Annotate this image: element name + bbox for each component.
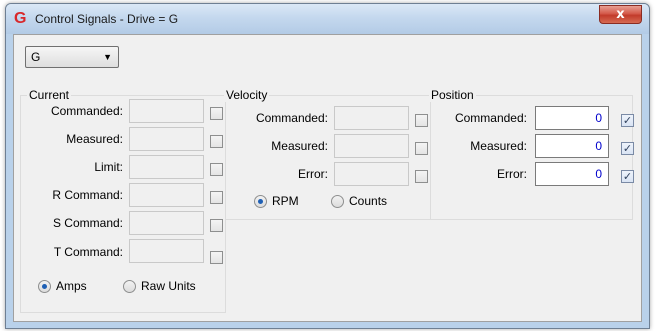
- s-command-label: S Command:: [52, 216, 123, 230]
- r-command-checkbox[interactable]: [210, 191, 223, 204]
- t-command-checkbox[interactable]: [210, 251, 223, 264]
- control-signals-window: G Control Signals - Drive = G x G ▼ Curr…: [5, 3, 650, 329]
- raw-units-radio-label: Raw Units: [141, 279, 196, 293]
- r-command-label: R Command:: [52, 188, 123, 202]
- velocity-commanded-checkbox[interactable]: [415, 114, 428, 127]
- velocity-measured-label: Measured:: [271, 139, 328, 153]
- current-group-title: Current: [27, 88, 72, 102]
- position-group: Position Commanded: 0 ✓ Measured: 0 ✓ Er…: [429, 88, 634, 220]
- velocity-group-title: Velocity: [224, 88, 270, 102]
- velocity-measured-checkbox[interactable]: [415, 142, 428, 155]
- position-error-label: Error:: [497, 167, 527, 181]
- client-area: G ▼ Current Commanded: Measured: Limit: …: [13, 34, 642, 322]
- velocity-measured-field[interactable]: [334, 134, 409, 158]
- current-measured-field[interactable]: [129, 127, 204, 151]
- position-measured-field[interactable]: 0: [535, 134, 609, 158]
- close-button[interactable]: x: [599, 5, 642, 24]
- velocity-commanded-field[interactable]: [334, 106, 409, 130]
- rpm-radio-label: RPM: [272, 194, 299, 208]
- velocity-group: Velocity Commanded: Measured: Error: RPM…: [224, 88, 431, 220]
- amps-radio[interactable]: [38, 280, 51, 293]
- drive-select[interactable]: G ▼: [25, 46, 119, 68]
- current-limit-field[interactable]: [129, 155, 204, 179]
- current-commanded-label: Commanded:: [50, 104, 123, 118]
- velocity-commanded-label: Commanded:: [255, 111, 328, 125]
- velocity-error-checkbox[interactable]: [415, 170, 428, 183]
- position-commanded-label: Commanded:: [454, 111, 527, 125]
- drive-select-value: G: [31, 50, 41, 64]
- position-measured-checkbox[interactable]: ✓: [621, 142, 634, 155]
- position-measured-label: Measured:: [470, 139, 527, 153]
- position-error-field[interactable]: 0: [535, 162, 609, 186]
- rpm-radio[interactable]: [254, 195, 267, 208]
- s-command-field[interactable]: [129, 211, 204, 235]
- title-bar[interactable]: G Control Signals - Drive = G x: [6, 4, 649, 34]
- chevron-down-icon: ▼: [103, 52, 112, 62]
- raw-units-radio[interactable]: [123, 280, 136, 293]
- counts-radio-label: Counts: [349, 194, 388, 208]
- counts-radio[interactable]: [331, 195, 344, 208]
- position-commanded-field[interactable]: 0: [535, 106, 609, 130]
- current-commanded-checkbox[interactable]: [210, 107, 223, 120]
- current-commanded-field[interactable]: [129, 99, 204, 123]
- s-command-checkbox[interactable]: [210, 219, 223, 232]
- position-group-title: Position: [429, 88, 476, 102]
- current-limit-checkbox[interactable]: [210, 163, 223, 176]
- window-title: Control Signals - Drive = G: [35, 12, 179, 26]
- current-limit-label: Limit:: [94, 160, 123, 174]
- t-command-label: T Command:: [53, 245, 123, 259]
- velocity-error-label: Error:: [298, 167, 328, 181]
- amps-radio-label: Amps: [56, 279, 87, 293]
- position-error-checkbox[interactable]: ✓: [621, 170, 634, 183]
- app-logo-icon: G: [14, 10, 27, 27]
- current-group: Current Commanded: Measured: Limit: R Co…: [20, 88, 226, 313]
- t-command-field[interactable]: [129, 239, 204, 263]
- position-commanded-checkbox[interactable]: ✓: [621, 114, 634, 127]
- current-measured-label: Measured:: [66, 132, 123, 146]
- r-command-field[interactable]: [129, 183, 204, 207]
- current-measured-checkbox[interactable]: [210, 135, 223, 148]
- velocity-error-field[interactable]: [334, 162, 409, 186]
